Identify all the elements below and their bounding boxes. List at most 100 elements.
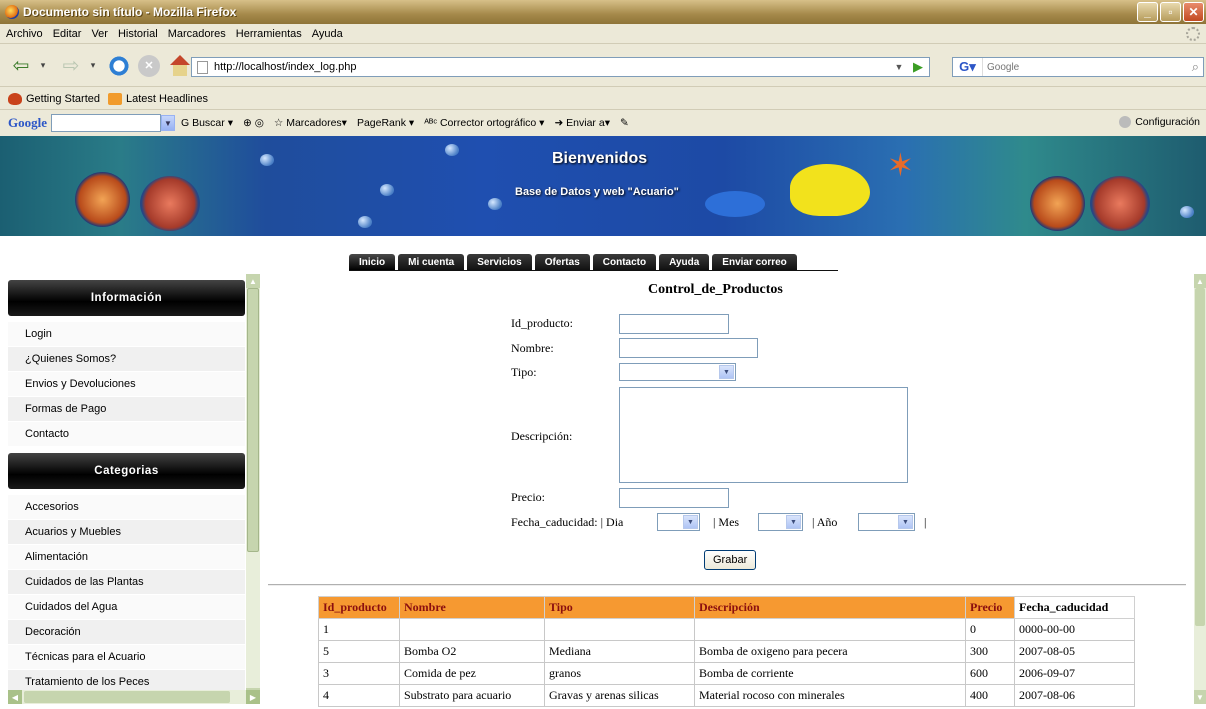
bookmark-getting-started[interactable]: Getting Started (8, 92, 100, 105)
minimize-button[interactable]: _ (1137, 2, 1158, 22)
mes-select[interactable]: ▼ (758, 513, 803, 531)
tab-inicio[interactable]: Inicio (349, 254, 396, 270)
form-title: Control_de_Productos (648, 282, 783, 297)
bookmark-latest-headlines[interactable]: Latest Headlines (108, 92, 208, 105)
tab-mi-cuenta[interactable]: Mi cuenta (398, 254, 465, 270)
precio-label: Precio: (511, 490, 545, 504)
sidebar-item-accesorios[interactable]: Accesorios (8, 495, 245, 520)
send-to-button[interactable]: ➜ Enviar a▾ (554, 117, 610, 129)
column-header-fecha: Fecha_caducidad (1014, 596, 1135, 619)
sidebar-item-decoracion[interactable]: Decoración (8, 620, 245, 645)
google-search-engine-icon[interactable]: G▾ (953, 58, 983, 76)
sidebar-item-quienes-somos[interactable]: ¿Quienes Somos? (8, 347, 245, 372)
menu-editar[interactable]: Editar (53, 28, 82, 40)
spellcheck-button[interactable]: ᴬᴮᶜ Corrector ortográfico ▾ (424, 117, 544, 129)
google-extras-icons[interactable]: ⊕ ◎ (243, 117, 264, 129)
cell-precio: 300 (965, 640, 1015, 663)
url-history-dropdown-icon[interactable]: ▼ (891, 58, 907, 76)
google-config-button[interactable]: Configuración (1119, 116, 1200, 128)
anio-select[interactable]: ▼ (858, 513, 915, 531)
cell-precio: 400 (965, 684, 1015, 707)
menu-herramientas[interactable]: Herramientas (236, 28, 302, 40)
forward-history-dropdown-icon[interactable]: ▾ (86, 53, 100, 79)
cell-fecha: 2006-09-07 (1014, 662, 1135, 685)
scroll-right-icon[interactable]: ▶ (246, 690, 260, 704)
scroll-down-icon[interactable]: ▼ (1194, 690, 1206, 704)
navigation-toolbar: ⇦ ▾ ⇨ ▾ ✕ http://localhost/index_log.php… (0, 45, 1206, 87)
address-bar[interactable]: http://localhost/index_log.php ▼ ▶ (191, 57, 930, 77)
scrollbar-thumb[interactable] (1195, 288, 1205, 626)
site-nav-tabs: Inicio Mi cuenta Servicios Ofertas Conta… (349, 254, 797, 270)
sidebar-item-tecnicas[interactable]: Técnicas para el Acuario (8, 645, 245, 670)
chevron-down-icon: ▼ (719, 365, 734, 379)
fish-image (1090, 176, 1150, 231)
page-vertical-scrollbar[interactable]: ▲ ▼ (1194, 274, 1206, 704)
back-history-dropdown-icon[interactable]: ▾ (36, 53, 50, 79)
cell-descripcion (694, 618, 966, 641)
search-magnifier-icon[interactable]: ⌕ (1192, 59, 1199, 75)
cell-id: 3 (318, 662, 400, 685)
tab-ayuda[interactable]: Ayuda (659, 254, 710, 270)
tab-enviar-correo[interactable]: Enviar correo (712, 254, 797, 270)
scroll-up-icon[interactable]: ▲ (1194, 274, 1206, 288)
tab-servicios[interactable]: Servicios (467, 254, 532, 270)
precio-input[interactable] (619, 488, 729, 508)
column-header-tipo: Tipo (544, 596, 695, 619)
menu-marcadores[interactable]: Marcadores (168, 28, 226, 40)
menu-historial[interactable]: Historial (118, 28, 158, 40)
sidebar-item-cuidados-plantas[interactable]: Cuidados de las Plantas (8, 570, 245, 595)
reload-icon[interactable] (108, 54, 130, 77)
search-input[interactable] (987, 61, 1167, 73)
maximize-button[interactable]: ▫ (1160, 2, 1181, 22)
sidebar-item-alimentacion[interactable]: Alimentación (8, 545, 245, 570)
mes-label: | Mes (713, 515, 740, 529)
close-button[interactable]: ✕ (1183, 2, 1204, 22)
google-marcadores-button[interactable]: ☆ Marcadores▾ (274, 117, 347, 129)
home-icon[interactable] (168, 54, 192, 77)
column-header-precio: Precio (965, 596, 1015, 619)
tipo-select[interactable]: ▼ (619, 363, 736, 381)
nombre-input[interactable] (619, 338, 758, 358)
fecha-end-separator: | (924, 515, 927, 529)
grabar-button[interactable]: Grabar (704, 550, 757, 570)
banner-subtitle: Base de Datos y web "Acuario" (515, 186, 679, 198)
bubble-image (488, 198, 502, 210)
chevron-down-icon: ▼ (898, 515, 913, 529)
menu-ayuda[interactable]: Ayuda (312, 28, 343, 40)
pagerank-indicator[interactable]: PageRank ▾ (357, 117, 414, 129)
scroll-up-icon[interactable]: ▲ (246, 274, 260, 288)
menu-ver[interactable]: Ver (91, 28, 108, 40)
sidebar-item-envios[interactable]: Envios y Devoluciones (8, 372, 245, 397)
google-buscar-button[interactable]: G Buscar ▾ (181, 117, 233, 129)
column-header-id: Id_producto (318, 596, 400, 619)
sidebar-item-login[interactable]: Login (8, 322, 245, 347)
google-search-dropdown-icon[interactable]: ▼ (161, 115, 175, 131)
sidebar-item-formas-pago[interactable]: Formas de Pago (8, 397, 245, 422)
search-box[interactable]: G▾ ⌕ (952, 57, 1204, 77)
descripcion-textarea[interactable] (619, 387, 908, 483)
tab-contacto[interactable]: Contacto (592, 254, 657, 270)
bubble-image (260, 154, 274, 166)
forward-arrow-icon[interactable]: ⇨ (58, 53, 84, 79)
cell-precio: 600 (965, 662, 1015, 685)
scrollbar-thumb[interactable] (247, 288, 259, 552)
dia-select[interactable]: ▼ (657, 513, 700, 531)
google-search-input[interactable] (51, 114, 161, 132)
sidebar-item-contacto[interactable]: Contacto (8, 422, 245, 447)
go-arrow-icon[interactable]: ▶ (909, 58, 927, 76)
sidebar-item-acuarios[interactable]: Acuarios y Muebles (8, 520, 245, 545)
throbber-icon (1186, 27, 1200, 41)
scrollbar-thumb[interactable] (24, 691, 230, 703)
scroll-left-icon[interactable]: ◀ (8, 690, 22, 704)
sidebar-item-cuidados-agua[interactable]: Cuidados del Agua (8, 595, 245, 620)
tab-ofertas[interactable]: Ofertas (534, 254, 590, 270)
menu-archivo[interactable]: Archivo (6, 28, 43, 40)
back-arrow-icon[interactable]: ⇦ (8, 53, 34, 79)
highlight-pen-icon[interactable]: ✎ (620, 117, 629, 129)
bookmark-label: Latest Headlines (126, 92, 208, 105)
id-producto-input[interactable] (619, 314, 729, 334)
yellow-fish-image (790, 164, 870, 216)
stop-icon[interactable]: ✕ (138, 54, 160, 77)
sidebar-vertical-scrollbar[interactable]: ▲ ▼ (246, 274, 260, 702)
sidebar-horizontal-scrollbar[interactable]: ◀ ▶ (8, 690, 260, 704)
